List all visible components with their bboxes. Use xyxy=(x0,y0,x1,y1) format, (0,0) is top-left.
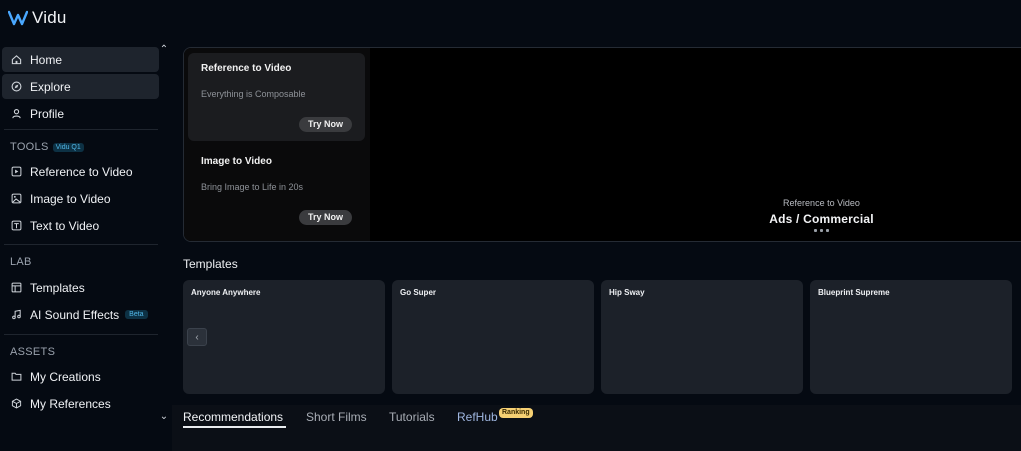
section-label-lab: LAB xyxy=(10,256,32,268)
hero-feature-list: Reference to Video Everything is Composa… xyxy=(184,48,370,241)
template-card-title: Blueprint Supreme xyxy=(818,288,890,297)
beta-badge: Beta xyxy=(125,310,148,319)
sidebar-item-templates[interactable]: Templates xyxy=(2,275,159,300)
sidebar-divider xyxy=(4,244,158,245)
sidebar-item-image-to-video[interactable]: Image to Video xyxy=(2,186,159,211)
hero-card-title: Image to Video xyxy=(201,156,272,167)
section-label-text: LAB xyxy=(10,256,32,268)
sidebar-scroll-down-icon[interactable]: ⌄ xyxy=(159,412,169,422)
template-card[interactable]: Go Super xyxy=(392,280,594,394)
sidebar-item-label: AI Sound Effects xyxy=(30,307,120,322)
hero-card-subtitle: Bring Image to Life in 20s xyxy=(201,182,304,192)
sidebar-item-reference-to-video[interactable]: Reference to Video xyxy=(2,159,159,184)
sidebar-item-label: My Creations xyxy=(30,369,101,384)
template-card[interactable]: Hip Sway xyxy=(601,280,803,394)
hero-caption: Reference to Video Ads / Commercial xyxy=(674,198,969,232)
tab-short-films[interactable]: Short Films xyxy=(306,410,367,424)
templates-heading: Templates xyxy=(183,257,238,271)
image-video-icon xyxy=(10,193,22,205)
try-now-button[interactable]: Try Now xyxy=(298,210,352,225)
section-label-assets: ASSETS xyxy=(10,346,55,358)
vidu-logo-icon xyxy=(8,10,28,26)
hero-card-reference-to-video[interactable]: Reference to Video Everything is Composa… xyxy=(188,53,365,141)
section-label-tools: TOOLS Vidu Q1 xyxy=(10,141,84,153)
sidebar-item-label: Templates xyxy=(30,280,85,295)
sidebar-item-label: Image to Video xyxy=(30,191,111,206)
sidebar-item-label: Reference to Video xyxy=(30,164,133,179)
hero-card-title: Reference to Video xyxy=(201,63,292,74)
template-card-title: Anyone Anywhere xyxy=(191,288,261,297)
sidebar-divider xyxy=(4,129,158,130)
reference-video-icon xyxy=(10,166,22,178)
compass-icon xyxy=(10,81,22,93)
cube-icon xyxy=(10,398,22,410)
vidu-logo[interactable]: Vidu xyxy=(8,8,67,28)
sidebar-scroll-up-icon[interactable]: ⌃ xyxy=(159,45,169,55)
tab-recommendations[interactable]: Recommendations xyxy=(183,410,283,424)
hero-card-image-to-video[interactable]: Image to Video Bring Image to Life in 20… xyxy=(188,146,365,234)
section-label-text: ASSETS xyxy=(10,346,56,358)
text-video-icon xyxy=(10,220,22,232)
sidebar-item-text-to-video[interactable]: Text to Video xyxy=(2,213,159,238)
templates-icon xyxy=(10,282,22,294)
sidebar-item-label: Explore xyxy=(30,79,71,94)
sidebar-item-profile[interactable]: Profile xyxy=(2,101,159,126)
hero-caption-subtitle: Reference to Video xyxy=(783,198,860,208)
user-icon xyxy=(10,108,22,120)
top-bar: Vidu xyxy=(0,0,1021,38)
folder-icon xyxy=(10,371,22,383)
ranking-badge: Ranking xyxy=(499,408,533,418)
sidebar-item-label: My References xyxy=(30,396,111,411)
hero-card-subtitle: Everything is Composable xyxy=(201,89,306,99)
template-card[interactable]: Anyone Anywhere xyxy=(183,280,385,394)
sidebar-item-my-creations[interactable]: My Creations xyxy=(2,364,159,389)
active-tab-underline xyxy=(183,426,286,428)
sidebar-item-home[interactable]: Home xyxy=(2,47,159,72)
try-now-button[interactable]: Try Now xyxy=(298,117,352,132)
sidebar-item-label: Text to Video xyxy=(30,218,100,233)
music-icon xyxy=(10,309,22,321)
sidebar-item-my-references[interactable]: My References xyxy=(2,391,159,416)
vidu-q1-badge: Vidu Q1 xyxy=(52,142,84,152)
home-icon xyxy=(10,54,22,66)
chevron-left-icon: ‹ xyxy=(195,331,199,343)
section-label-text: TOOLS xyxy=(10,141,49,153)
app-name: Vidu xyxy=(32,8,67,27)
template-card-title: Hip Sway xyxy=(609,288,645,297)
sidebar: ⌃ Home Explore Profile TOOLS Vidu Q1 Ref… xyxy=(0,38,172,451)
hero-pagination[interactable] xyxy=(807,229,837,232)
carousel-prev-button[interactable]: ‹ xyxy=(187,328,207,346)
hero-caption-title: Ads / Commercial xyxy=(769,212,874,226)
hero-banner: Reference to Video Everything is Composa… xyxy=(183,47,1021,242)
tabs-panel xyxy=(172,405,1021,451)
sidebar-item-label: Home xyxy=(30,52,63,67)
tab-tutorials[interactable]: Tutorials xyxy=(389,410,435,424)
sidebar-item-label: Profile xyxy=(30,106,65,121)
sidebar-divider xyxy=(4,334,158,335)
tab-refhub[interactable]: RefHub xyxy=(457,410,498,424)
template-card[interactable]: Blueprint Supreme xyxy=(810,280,1012,394)
template-card-title: Go Super xyxy=(400,288,437,297)
sidebar-item-explore[interactable]: Explore xyxy=(2,74,159,99)
sidebar-item-ai-sound-effects[interactable]: AI Sound Effects Beta xyxy=(2,302,159,327)
